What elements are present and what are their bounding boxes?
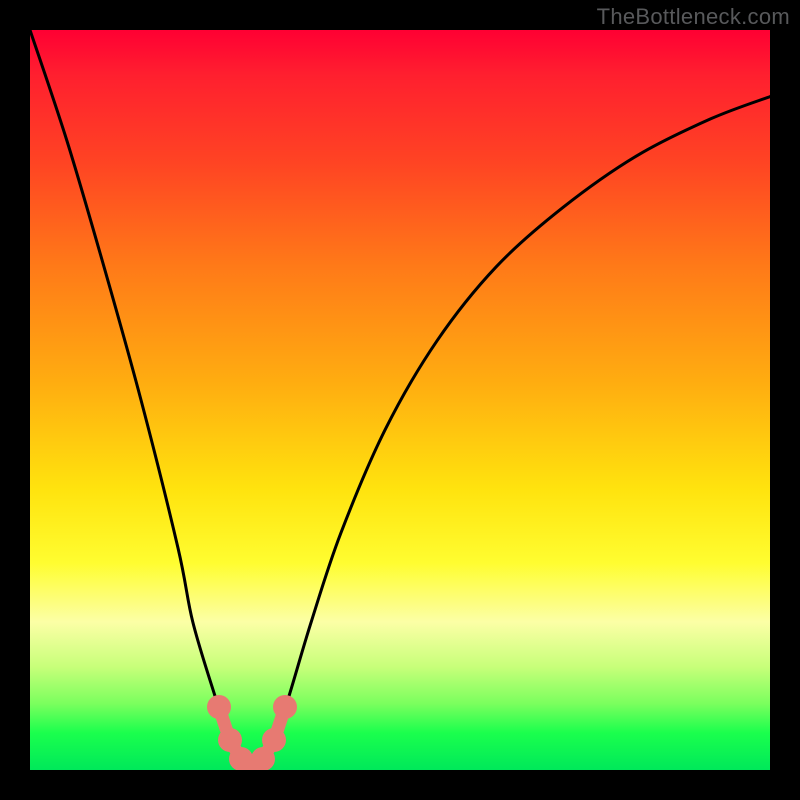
chart-stage: TheBottleneck.com (0, 0, 800, 800)
curve-marker (207, 695, 231, 719)
watermark-text: TheBottleneck.com (597, 4, 790, 30)
curve-marker (262, 728, 286, 752)
curve-marker (273, 695, 297, 719)
bottleneck-curve (30, 30, 770, 770)
plot-area (30, 30, 770, 770)
